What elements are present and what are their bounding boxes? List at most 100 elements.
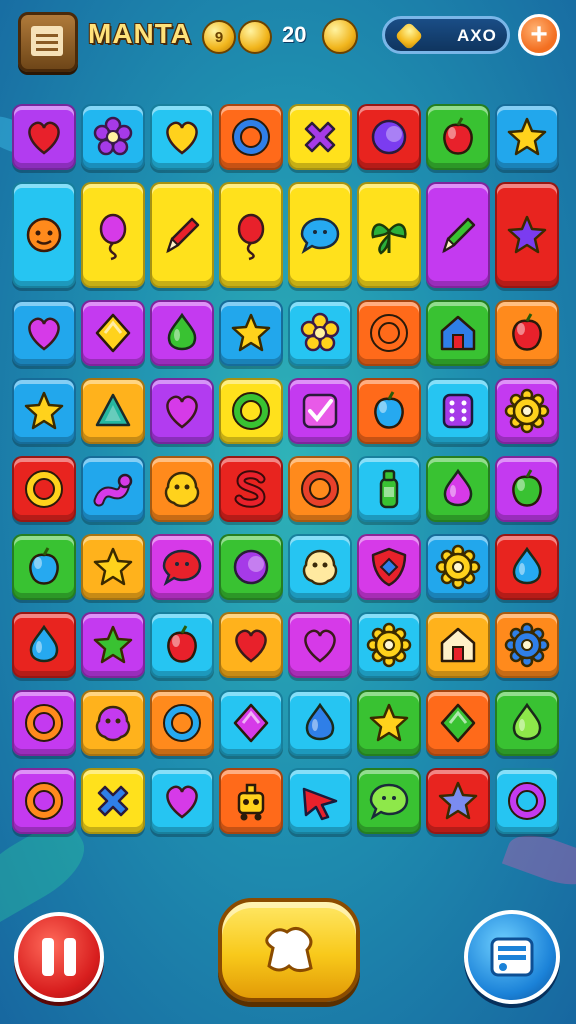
pen-icon bbox=[166, 217, 200, 254]
game-tile[interactable] bbox=[357, 534, 421, 600]
game-tile[interactable] bbox=[288, 300, 352, 366]
game-tile[interactable] bbox=[495, 378, 559, 444]
drop-icon bbox=[443, 468, 473, 507]
game-tile[interactable] bbox=[495, 768, 559, 834]
game-tile[interactable] bbox=[288, 690, 352, 756]
game-tile[interactable] bbox=[219, 182, 283, 288]
add-currency-button[interactable]: + bbox=[518, 14, 560, 56]
game-tile[interactable] bbox=[426, 378, 490, 444]
game-tile[interactable] bbox=[288, 456, 352, 522]
game-tile[interactable] bbox=[81, 690, 145, 756]
game-tile[interactable] bbox=[219, 690, 283, 756]
game-tile[interactable] bbox=[81, 768, 145, 834]
game-tile[interactable] bbox=[426, 456, 490, 522]
game-tile[interactable] bbox=[81, 456, 145, 522]
game-tile[interactable] bbox=[495, 690, 559, 756]
ticket-icon bbox=[490, 937, 534, 977]
game-tile[interactable] bbox=[219, 768, 283, 834]
game-tile[interactable] bbox=[150, 534, 214, 600]
gem-icon bbox=[394, 21, 424, 51]
gear-icon bbox=[504, 622, 550, 668]
game-tile[interactable] bbox=[81, 612, 145, 678]
pause-button[interactable] bbox=[14, 912, 104, 1002]
game-tile[interactable] bbox=[426, 534, 490, 600]
game-tile[interactable] bbox=[12, 104, 76, 170]
game-tile[interactable] bbox=[81, 104, 145, 170]
game-tile[interactable] bbox=[288, 104, 352, 170]
profile-badge-icon[interactable] bbox=[18, 12, 78, 72]
game-tile[interactable] bbox=[219, 612, 283, 678]
game-tile[interactable] bbox=[495, 456, 559, 522]
game-tile[interactable] bbox=[426, 690, 490, 756]
game-tile[interactable] bbox=[288, 534, 352, 600]
game-tile[interactable] bbox=[12, 182, 76, 288]
blob-icon bbox=[302, 549, 338, 586]
game-tile[interactable] bbox=[495, 534, 559, 600]
game-tile[interactable] bbox=[288, 612, 352, 678]
shuffle-button[interactable] bbox=[218, 898, 360, 1002]
game-tile[interactable] bbox=[219, 534, 283, 600]
game-tile[interactable] bbox=[12, 378, 76, 444]
leaf-icon bbox=[371, 223, 407, 255]
pause-icon bbox=[64, 938, 76, 976]
game-tile[interactable] bbox=[12, 612, 76, 678]
game-tile[interactable] bbox=[495, 104, 559, 170]
game-tile[interactable] bbox=[426, 768, 490, 834]
game-tile[interactable] bbox=[12, 690, 76, 756]
game-tile[interactable] bbox=[12, 456, 76, 522]
game-tile[interactable] bbox=[426, 104, 490, 170]
gem-counter: AXO bbox=[382, 16, 510, 54]
shop-button[interactable] bbox=[464, 910, 560, 1004]
coin-icon bbox=[238, 20, 272, 54]
game-tile[interactable] bbox=[288, 182, 352, 288]
gear-icon bbox=[366, 622, 412, 668]
game-tile[interactable] bbox=[357, 378, 421, 444]
game-tile[interactable] bbox=[150, 182, 214, 288]
blob-icon bbox=[164, 471, 200, 508]
game-tile[interactable] bbox=[495, 182, 559, 288]
fruit-icon bbox=[374, 391, 404, 429]
cross-icon bbox=[97, 785, 129, 817]
heart-icon bbox=[304, 629, 336, 663]
game-tile[interactable] bbox=[12, 300, 76, 366]
game-tile[interactable] bbox=[357, 690, 421, 756]
drop-icon bbox=[512, 546, 542, 585]
player-name: MANTA bbox=[88, 18, 193, 49]
game-tile[interactable] bbox=[12, 534, 76, 600]
game-tile[interactable] bbox=[426, 300, 490, 366]
game-tile[interactable] bbox=[150, 104, 214, 170]
game-tile[interactable] bbox=[219, 456, 283, 522]
game-tile[interactable] bbox=[150, 378, 214, 444]
game-tile[interactable] bbox=[288, 378, 352, 444]
game-tile[interactable] bbox=[150, 612, 214, 678]
game-tile[interactable] bbox=[150, 456, 214, 522]
game-tile[interactable] bbox=[357, 456, 421, 522]
game-tile[interactable] bbox=[81, 300, 145, 366]
game-tile[interactable] bbox=[219, 104, 283, 170]
game-tile[interactable] bbox=[12, 768, 76, 834]
ring-icon bbox=[370, 314, 408, 352]
game-tile[interactable] bbox=[495, 300, 559, 366]
game-tile[interactable] bbox=[426, 182, 490, 288]
game-tile[interactable] bbox=[288, 768, 352, 834]
game-tile[interactable] bbox=[219, 378, 283, 444]
game-tile[interactable] bbox=[150, 300, 214, 366]
house-icon bbox=[440, 627, 476, 663]
star-icon bbox=[93, 547, 133, 586]
diamond-icon bbox=[233, 703, 269, 743]
ring-icon bbox=[25, 470, 63, 508]
game-tile[interactable] bbox=[150, 768, 214, 834]
ring-icon bbox=[508, 782, 546, 820]
game-tile[interactable] bbox=[81, 182, 145, 288]
game-tile[interactable] bbox=[357, 612, 421, 678]
game-tile[interactable] bbox=[219, 300, 283, 366]
game-tile[interactable] bbox=[357, 182, 421, 288]
game-tile[interactable] bbox=[81, 378, 145, 444]
game-tile[interactable] bbox=[426, 612, 490, 678]
game-tile[interactable] bbox=[150, 690, 214, 756]
game-tile[interactable] bbox=[357, 300, 421, 366]
game-tile[interactable] bbox=[357, 768, 421, 834]
game-tile[interactable] bbox=[81, 534, 145, 600]
game-tile[interactable] bbox=[357, 104, 421, 170]
game-tile[interactable] bbox=[495, 612, 559, 678]
